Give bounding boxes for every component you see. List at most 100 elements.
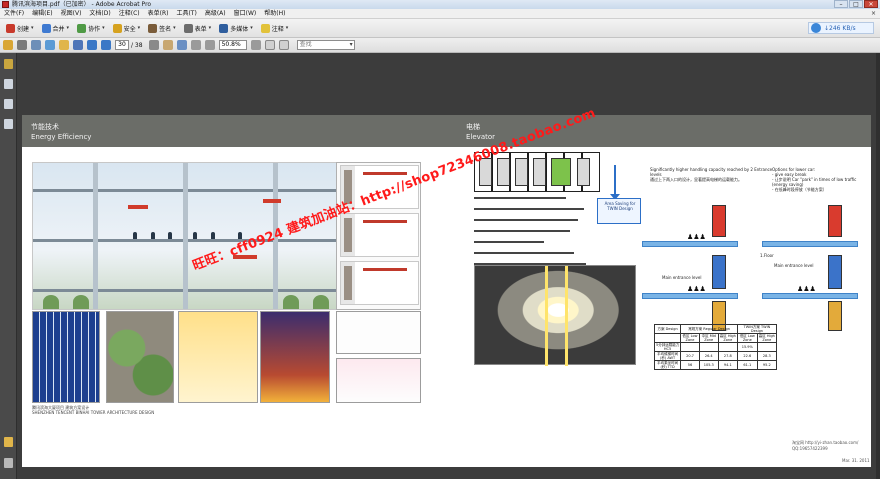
table-cell: 22.6 — [736, 351, 758, 361]
document-close-button[interactable]: × — [871, 10, 876, 17]
elevator-shaft-photo — [474, 265, 636, 366]
pdf-document-icon — [2, 1, 9, 8]
menu-edit[interactable]: 编辑(E) — [28, 9, 56, 19]
bookmarks-icon[interactable] — [4, 99, 13, 109]
combine-button[interactable]: 合并 ▾ — [39, 21, 73, 35]
print-icon[interactable] — [17, 40, 27, 50]
guide-rail — [545, 266, 548, 366]
create-pdf-icon — [6, 23, 15, 33]
menu-comments[interactable]: 注释(C) — [115, 9, 144, 19]
saved-area — [551, 158, 571, 186]
people-icon: ♟♟♟ — [797, 285, 816, 293]
sign-button[interactable]: 签名 ▾ — [145, 21, 179, 35]
maximize-button[interactable]: □ — [849, 0, 863, 8]
document-pane[interactable]: 节能技术 Energy Efficiency 电梯 Elevator 腾讯滨海大… — [17, 53, 880, 479]
chevron-down-icon: ▾ — [31, 25, 34, 31]
forms-button[interactable]: 表单 ▾ — [181, 21, 215, 35]
search-input[interactable]: 查找 — [296, 40, 355, 50]
fit-width-icon[interactable] — [278, 40, 289, 50]
close-button[interactable]: ✕ — [864, 0, 878, 8]
forms-label: 表单 — [194, 25, 207, 33]
marquee-zoom-icon[interactable] — [176, 40, 187, 50]
zoom-in-icon[interactable] — [204, 40, 215, 50]
lower-elevator-car — [828, 255, 842, 289]
main-entrance-label-1: Main entrance level — [662, 275, 702, 280]
floor-slab — [33, 189, 356, 192]
menu-view[interactable]: 视图(V) — [57, 9, 86, 19]
floor-level-band — [642, 241, 738, 247]
create-button[interactable]: 创建 ▾ — [3, 21, 37, 35]
task-toolbar: 创建▾ 合并▾ 协作▾ 安全▾ 签名▾ 表单▾ 多媒体▾ 注释▾ — [0, 19, 880, 38]
twin-callout-box: Area Saving for TWIN Design — [597, 198, 641, 224]
hand-tool-icon[interactable] — [162, 40, 173, 50]
email-icon[interactable] — [31, 40, 41, 50]
chevron-down-icon: ▾ — [285, 25, 289, 31]
upper-elevator-car — [828, 205, 842, 237]
page-footer-date: Mar. 31. 2011 — [842, 458, 870, 463]
table-cell: 27.8 — [717, 351, 738, 361]
next-page-icon[interactable] — [101, 40, 111, 50]
floor-level-band — [642, 293, 738, 299]
menu-forms[interactable]: 表单(R) — [144, 9, 173, 19]
collaborate-label: 协作 — [88, 25, 101, 33]
page-number-input[interactable]: 30 — [115, 40, 129, 50]
chevron-down-icon: ▾ — [66, 25, 70, 31]
plant — [283, 295, 299, 309]
elevator-performance-table: 方案 Design 常规方案 Regular Design TWIN方案 TWI… — [653, 324, 778, 370]
menu-tools[interactable]: 工具(T) — [172, 9, 200, 19]
table-cell — [680, 342, 700, 352]
open-folder-icon[interactable] — [3, 40, 13, 50]
chevron-down-icon: ▾ — [250, 25, 253, 31]
zoom-level-select[interactable]: 50.8% — [218, 40, 247, 50]
multimedia-label: 多媒体 — [230, 25, 249, 33]
multimedia-button[interactable]: 多媒体 ▾ — [216, 21, 256, 35]
save-icon[interactable] — [45, 40, 55, 50]
acrobat-window: 腾讯滨海项目.pdf（已加密） - Adobe Acrobat Pro – □ … — [0, 0, 880, 479]
atrium-section-rendering — [32, 162, 357, 310]
select-tool-icon[interactable] — [148, 40, 159, 50]
floor-slab — [33, 239, 356, 242]
table-cell: 中区 Mid Zone — [698, 333, 719, 343]
elevator-car — [533, 158, 546, 186]
signatures-icon[interactable] — [4, 119, 13, 129]
flow-arrow — [610, 165, 620, 200]
table-cell: 低区 Low Zone — [680, 333, 700, 343]
upper-elevator-car — [712, 205, 726, 237]
zoom-dropdown-icon[interactable] — [250, 40, 261, 50]
comment-note-icon[interactable] — [59, 40, 69, 50]
person-figure — [193, 232, 197, 239]
table-cell: 28.3 — [756, 351, 778, 361]
annotation-arrow — [263, 199, 281, 203]
minimize-button[interactable]: – — [834, 0, 848, 8]
person-figure — [211, 232, 215, 239]
options-note-5: - 在低峰时段停放（节能方案） — [772, 187, 827, 192]
floor-1-label: 1.Floor — [760, 253, 774, 258]
vertical-scrollbar[interactable] — [876, 53, 880, 479]
zoom-out-icon[interactable] — [190, 40, 201, 50]
table-cell: 高区 High Zone — [717, 333, 738, 343]
menu-advanced[interactable]: 高级(A) — [201, 9, 230, 19]
menu-help[interactable]: 帮助(H) — [260, 9, 289, 19]
comment-button[interactable]: 注释 ▾ — [258, 21, 292, 35]
secure-button[interactable]: 安全 ▾ — [110, 21, 144, 35]
collaborate-button[interactable]: 协作 ▾ — [74, 21, 108, 35]
comments-icon[interactable] — [4, 437, 13, 447]
water-reuse-diagram — [336, 358, 421, 403]
previous-page-icon[interactable] — [87, 40, 97, 50]
find-icon[interactable] — [73, 40, 83, 50]
menu-document[interactable]: 文档(D) — [85, 9, 114, 19]
green-roof-photo — [106, 311, 174, 403]
menu-file[interactable]: 文件(F) — [0, 9, 28, 19]
chevron-down-icon: ▾ — [137, 25, 141, 31]
menu-window[interactable]: 窗口(W) — [230, 9, 261, 19]
elevator-text-block — [474, 197, 594, 274]
fit-page-icon[interactable] — [264, 40, 275, 50]
right-section-title-cn: 电梯 — [466, 123, 480, 131]
lock-icon[interactable] — [4, 59, 13, 69]
chevron-down-icon: ▾ — [208, 25, 212, 31]
pages-icon[interactable] — [4, 79, 13, 89]
attachments-icon[interactable] — [4, 458, 13, 468]
people-icon: ♟♟♟ — [687, 233, 706, 241]
table-cell: 20.7 — [680, 351, 700, 361]
ventilation-diagram — [336, 311, 421, 354]
